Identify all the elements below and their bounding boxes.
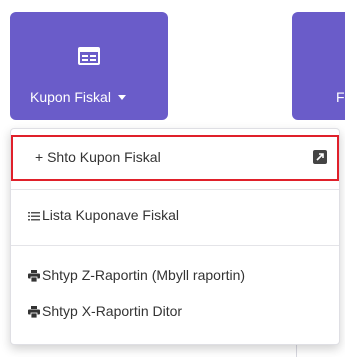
kupon-fiskal-dropdown-menu: + Shto Kupon Fiskal Lista Kuponave Fiska… <box>10 128 340 345</box>
menu-item-label: Shtyp Z-Raportin (Mbyll raportin) <box>42 267 246 283</box>
printer-icon <box>28 270 40 282</box>
menu-item-add-kupon[interactable]: + Shto Kupon Fiskal <box>11 135 339 181</box>
menu-divider <box>11 245 339 246</box>
menu-item-shtyp-x-raportin[interactable]: Shtyp X-Raportin Ditor <box>28 303 345 319</box>
next-nav-button[interactable]: F <box>292 12 345 120</box>
menu-item-label: + Shto Kupon Fiskal <box>35 149 161 165</box>
next-nav-label: F <box>336 89 345 105</box>
list-icon <box>28 212 40 221</box>
menu-item-label: Lista Kuponave Fiskal <box>42 207 179 223</box>
menu-item-lista-kuponave[interactable]: Lista Kuponave Fiskal <box>28 207 345 223</box>
menu-item-label: Shtyp X-Raportin Ditor <box>42 303 183 319</box>
kupon-fiskal-label: Kupon Fiskal <box>30 89 111 105</box>
external-link-icon[interactable] <box>313 150 327 164</box>
menu-divider <box>11 189 339 190</box>
kupon-fiskal-dropdown-button[interactable]: Kupon Fiskal <box>10 12 168 120</box>
caret-down-icon <box>117 95 126 100</box>
receipt-icon <box>78 47 100 65</box>
kupon-fiskal-label-wrap: Kupon Fiskal <box>30 89 126 105</box>
printer-icon <box>28 306 40 318</box>
menu-item-shtyp-z-raportin[interactable]: Shtyp Z-Raportin (Mbyll raportin) <box>28 267 345 283</box>
